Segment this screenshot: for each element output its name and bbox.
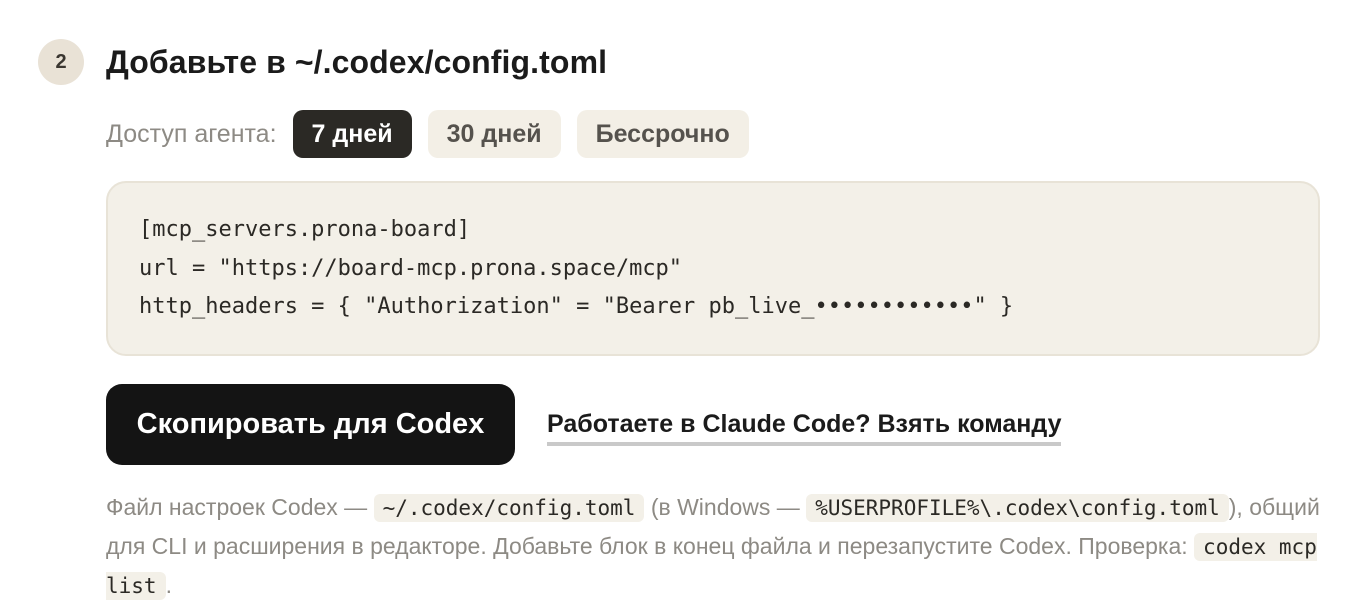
access-label: Доступ агента: [106, 119, 277, 148]
access-option-30-days[interactable]: 30 дней [427, 110, 561, 158]
code-line: [mcp_servers.prona-board] [139, 217, 471, 242]
claude-code-command-link[interactable]: Работаете в Claude Code? Взять команду [547, 407, 1062, 446]
windows-config-path-code: %USERPROFILE%\.codex\config.toml [806, 494, 1229, 522]
step-number-badge: 2 [38, 39, 84, 85]
step-title: Добавьте в ~/.codex/config.toml [106, 44, 608, 80]
note-text: Файл настроек Codex — [106, 494, 374, 520]
note-text: . [165, 572, 172, 598]
config-path-code: ~/.codex/config.toml [373, 494, 645, 522]
code-line: url = "https://board-mcp.prona.space/mcp… [139, 255, 683, 281]
copy-for-codex-button[interactable]: Скопировать для Codex [106, 384, 515, 465]
access-option-7-days[interactable]: 7 дней [292, 110, 412, 158]
access-option-forever[interactable]: Бессрочно [576, 110, 749, 158]
note-text: (в Windows — [644, 494, 807, 520]
config-code-block: [mcp_servers.prona-board]url = "https://… [106, 181, 1320, 356]
access-duration-selector: Доступ агента: 7 дней 30 дней Бессрочно [106, 110, 765, 158]
code-line: http_headers = { "Authorization" = "Bear… [139, 294, 1014, 319]
setup-step: 2 Добавьте в ~/.codex/config.toml Доступ… [0, 0, 1360, 613]
config-help-note: Файл настроек Codex — ~/.codex/config.to… [106, 488, 1326, 605]
